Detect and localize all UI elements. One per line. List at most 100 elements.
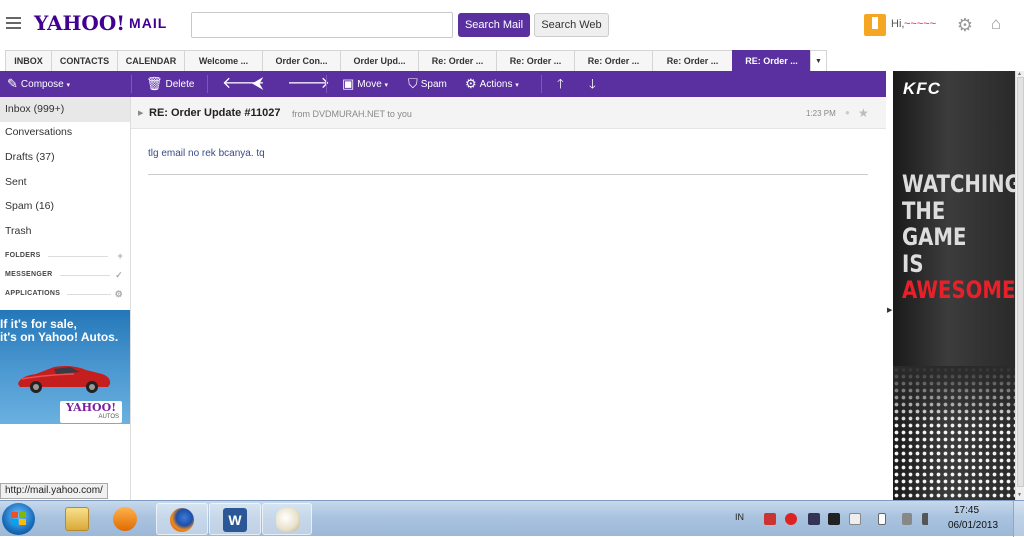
scroll-down-icon[interactable]: ▼ xyxy=(1017,492,1022,498)
car-image xyxy=(18,366,111,393)
tab-message[interactable]: Re: Order ... xyxy=(574,50,653,72)
ad-line: IS xyxy=(902,250,924,278)
windows-taskbar: W IN 17:45 06/01/2013 xyxy=(0,500,1024,537)
messenger-status-icon[interactable]: ✓ xyxy=(115,270,123,281)
sidebar-item-inbox[interactable]: Inbox (999+) xyxy=(0,97,130,122)
tray-app-icon[interactable] xyxy=(828,513,840,525)
move-label: Move xyxy=(357,79,382,90)
spam-label: Spam xyxy=(420,79,447,90)
tray-app-icon[interactable] xyxy=(849,513,861,525)
chevron-down-icon: ▾ xyxy=(515,82,519,89)
user-profile-icon[interactable] xyxy=(864,14,886,36)
tab-message[interactable]: Order Upd... xyxy=(340,50,419,72)
divider xyxy=(541,75,542,93)
ad-logo-text: YAHOO! xyxy=(65,401,117,414)
search-input[interactable] xyxy=(191,12,453,38)
tab-message[interactable]: Re: Order ... xyxy=(418,50,497,72)
next-message-icon[interactable]: 🡓 xyxy=(589,71,596,97)
user-name[interactable]: ~~~~~ xyxy=(904,18,946,30)
input-language[interactable]: IN xyxy=(735,512,744,522)
tab-message[interactable]: Welcome ... xyxy=(184,50,263,72)
tab-message[interactable]: Re: Order ... xyxy=(652,50,733,72)
scrollbar-thumb[interactable] xyxy=(1017,77,1024,487)
sidebar-section-folders[interactable]: FOLDERS + xyxy=(0,251,128,261)
compose-button[interactable]: ✎ Compose ▾ xyxy=(7,71,70,97)
device-icon[interactable] xyxy=(878,513,886,525)
collapse-arrow-icon[interactable]: ▶ xyxy=(887,306,892,314)
home-icon[interactable]: ⌂ xyxy=(986,14,1006,34)
firefox-icon xyxy=(170,508,194,532)
spam-button[interactable]: ⛉ Spam xyxy=(408,71,447,97)
divider xyxy=(48,256,108,257)
gear-icon[interactable]: ⚙ xyxy=(955,15,975,35)
message-from: from DVDMURAH.NET to you xyxy=(292,109,412,119)
tray-app-icon[interactable] xyxy=(764,513,776,525)
sidebar: Inbox (999+) Conversations Drafts (37) S… xyxy=(0,97,131,500)
actions-button[interactable]: ⚙ Actions ▾ xyxy=(465,71,519,97)
yahoo-mail-logo[interactable]: YAHOO! MAIL xyxy=(34,11,167,35)
divider xyxy=(148,174,868,175)
chevron-down-icon: ▾ xyxy=(384,82,389,89)
sidebar-item-drafts[interactable]: Drafts (37) xyxy=(0,145,130,170)
tab-message[interactable]: Order Con... xyxy=(262,50,341,72)
volume-icon[interactable] xyxy=(922,513,932,525)
gear-icon: ⚙ xyxy=(465,76,477,91)
message-body: tlg email no rek bcanya. tq xyxy=(148,148,265,159)
start-button[interactable] xyxy=(2,503,35,535)
taskbar-explorer[interactable] xyxy=(52,503,100,535)
forward-icon[interactable]: 🡒 xyxy=(287,71,330,97)
expand-arrow-icon[interactable]: ▶ xyxy=(138,109,143,117)
taskbar-word[interactable]: W xyxy=(209,503,261,535)
reply-all-icon[interactable]: ⮜ xyxy=(252,71,263,97)
divider xyxy=(207,75,208,93)
clock-time[interactable]: 17:45 xyxy=(954,505,979,516)
move-button[interactable]: ▣ Move ▾ xyxy=(342,71,388,97)
taskbar-firefox[interactable] xyxy=(156,503,208,535)
ad-headline-line2: it's on Yahoo! Autos. xyxy=(0,330,119,344)
tray-app-icon[interactable] xyxy=(808,513,820,525)
sidebar-item-sent[interactable]: Sent xyxy=(0,170,130,195)
tab-contacts[interactable]: CONTACTS xyxy=(51,50,118,72)
halftone-fade xyxy=(893,366,1015,426)
media-player-icon xyxy=(113,507,137,531)
divider xyxy=(131,75,132,93)
sidebar-item-conversations[interactable]: Conversations xyxy=(0,120,130,145)
tab-overflow-chevron-icon[interactable]: ▼ xyxy=(810,50,827,72)
network-icon[interactable] xyxy=(902,513,912,525)
section-label: MESSENGER xyxy=(5,271,53,278)
divider xyxy=(326,75,327,93)
ad-line: WATCHING xyxy=(902,170,1015,198)
page-scrollbar[interactable]: ▲ ▼ xyxy=(1015,71,1024,500)
tab-message-active[interactable]: RE: Order ... xyxy=(732,50,811,72)
antivirus-icon[interactable] xyxy=(785,513,797,525)
taskbar-paint[interactable] xyxy=(262,503,312,535)
taskbar-media-player[interactable] xyxy=(100,503,148,535)
tab-calendar[interactable]: CALENDAR xyxy=(117,50,185,72)
search-web-button[interactable]: Search Web xyxy=(534,13,609,37)
word-icon: W xyxy=(223,508,247,532)
sidebar-item-spam[interactable]: Spam (16) xyxy=(0,194,130,219)
add-folder-icon[interactable]: + xyxy=(117,251,123,261)
sidebar-section-applications[interactable]: APPLICATIONS ⚙ xyxy=(0,289,128,300)
search-mail-button[interactable]: Search Mail xyxy=(458,13,530,37)
divider xyxy=(67,294,111,295)
system-tray: IN 17:45 06/01/2013 xyxy=(730,501,1024,537)
kfc-ad[interactable]: KFC WATCHING THE GAME IS AWESOME xyxy=(893,71,1015,500)
yahoo-autos-ad[interactable]: If it's for sale, it's on Yahoo! Autos. … xyxy=(0,310,130,424)
tab-message[interactable]: Re: Order ... xyxy=(496,50,575,72)
compose-icon: ✎ xyxy=(7,76,18,91)
paint-palette-icon xyxy=(276,508,300,532)
previous-message-icon[interactable]: 🡑 xyxy=(557,71,564,97)
sidebar-section-messenger[interactable]: MESSENGER ✓ xyxy=(0,270,128,281)
sidebar-item-trash[interactable]: Trash xyxy=(0,219,130,244)
star-icon[interactable]: ★ xyxy=(858,106,869,120)
read-status-dot-icon[interactable]: ● xyxy=(845,108,850,117)
header: YAHOO! MAIL Search Mail Search Web Hi, ~~… xyxy=(0,0,1024,48)
clock-date[interactable]: 06/01/2013 xyxy=(948,520,998,531)
applications-gear-icon[interactable]: ⚙ xyxy=(115,289,123,300)
message-time: 1:23 PM xyxy=(806,109,836,118)
delete-button[interactable]: 🗑 Delete xyxy=(146,71,194,97)
show-desktop-button[interactable] xyxy=(1013,501,1024,537)
menu-icon[interactable] xyxy=(6,17,21,29)
tab-inbox[interactable]: INBOX xyxy=(5,50,52,72)
